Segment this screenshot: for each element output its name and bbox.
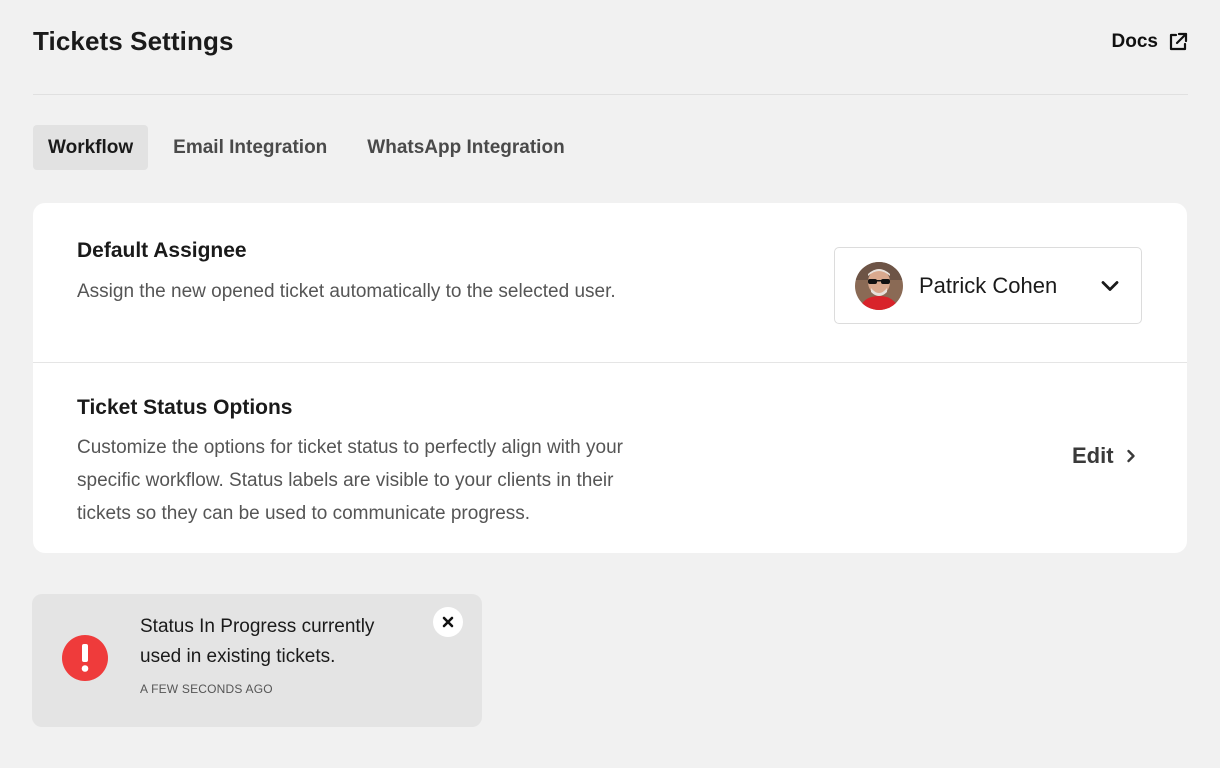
toast-message: Status In Progress currently used in exi… (140, 616, 375, 667)
external-link-icon (1168, 32, 1188, 52)
tickets-settings-page: Tickets Settings Docs Workflow Email Int… (0, 0, 1220, 768)
selected-assignee-name: Patrick Cohen (919, 272, 1058, 298)
error-icon (62, 635, 108, 681)
header-divider (33, 94, 1188, 95)
docs-label: Docs (1111, 30, 1158, 52)
ticket-status-description: Customize the options for ticket status … (77, 437, 623, 524)
error-toast: Status In Progress currently used in exi… (32, 594, 482, 727)
tab-workflow[interactable]: Workflow (33, 125, 149, 170)
tab-email-integration[interactable]: Email Integration (158, 125, 342, 170)
settings-tabs: Workflow Email Integration WhatsApp Inte… (33, 125, 580, 170)
assignee-dropdown[interactable]: Patrick Cohen (834, 247, 1142, 324)
edit-label: Edit (1072, 443, 1114, 468)
default-assignee-description: Assign the new opened ticket automatical… (77, 281, 616, 302)
tab-whatsapp-integration[interactable]: WhatsApp Integration (352, 125, 579, 170)
toast-timestamp: A FEW SECONDS AGO (140, 682, 273, 696)
docs-link[interactable]: Docs (1112, 31, 1188, 53)
ticket-status-title: Ticket Status Options (77, 396, 293, 419)
page-header: Tickets Settings Docs (33, 26, 1188, 57)
chevron-down-icon (1099, 275, 1121, 297)
page-title: Tickets Settings (33, 26, 234, 56)
close-icon[interactable] (433, 607, 463, 637)
edit-status-button[interactable]: Edit (1072, 443, 1136, 469)
default-assignee-title: Default Assignee (77, 239, 247, 262)
chevron-right-icon (1126, 443, 1136, 469)
ticket-status-row: Ticket Status Options Customize the opti… (33, 363, 1187, 553)
workflow-settings-card: Default Assignee Assign the new opened t… (33, 203, 1187, 553)
avatar (855, 261, 903, 310)
default-assignee-row: Default Assignee Assign the new opened t… (33, 203, 1187, 363)
